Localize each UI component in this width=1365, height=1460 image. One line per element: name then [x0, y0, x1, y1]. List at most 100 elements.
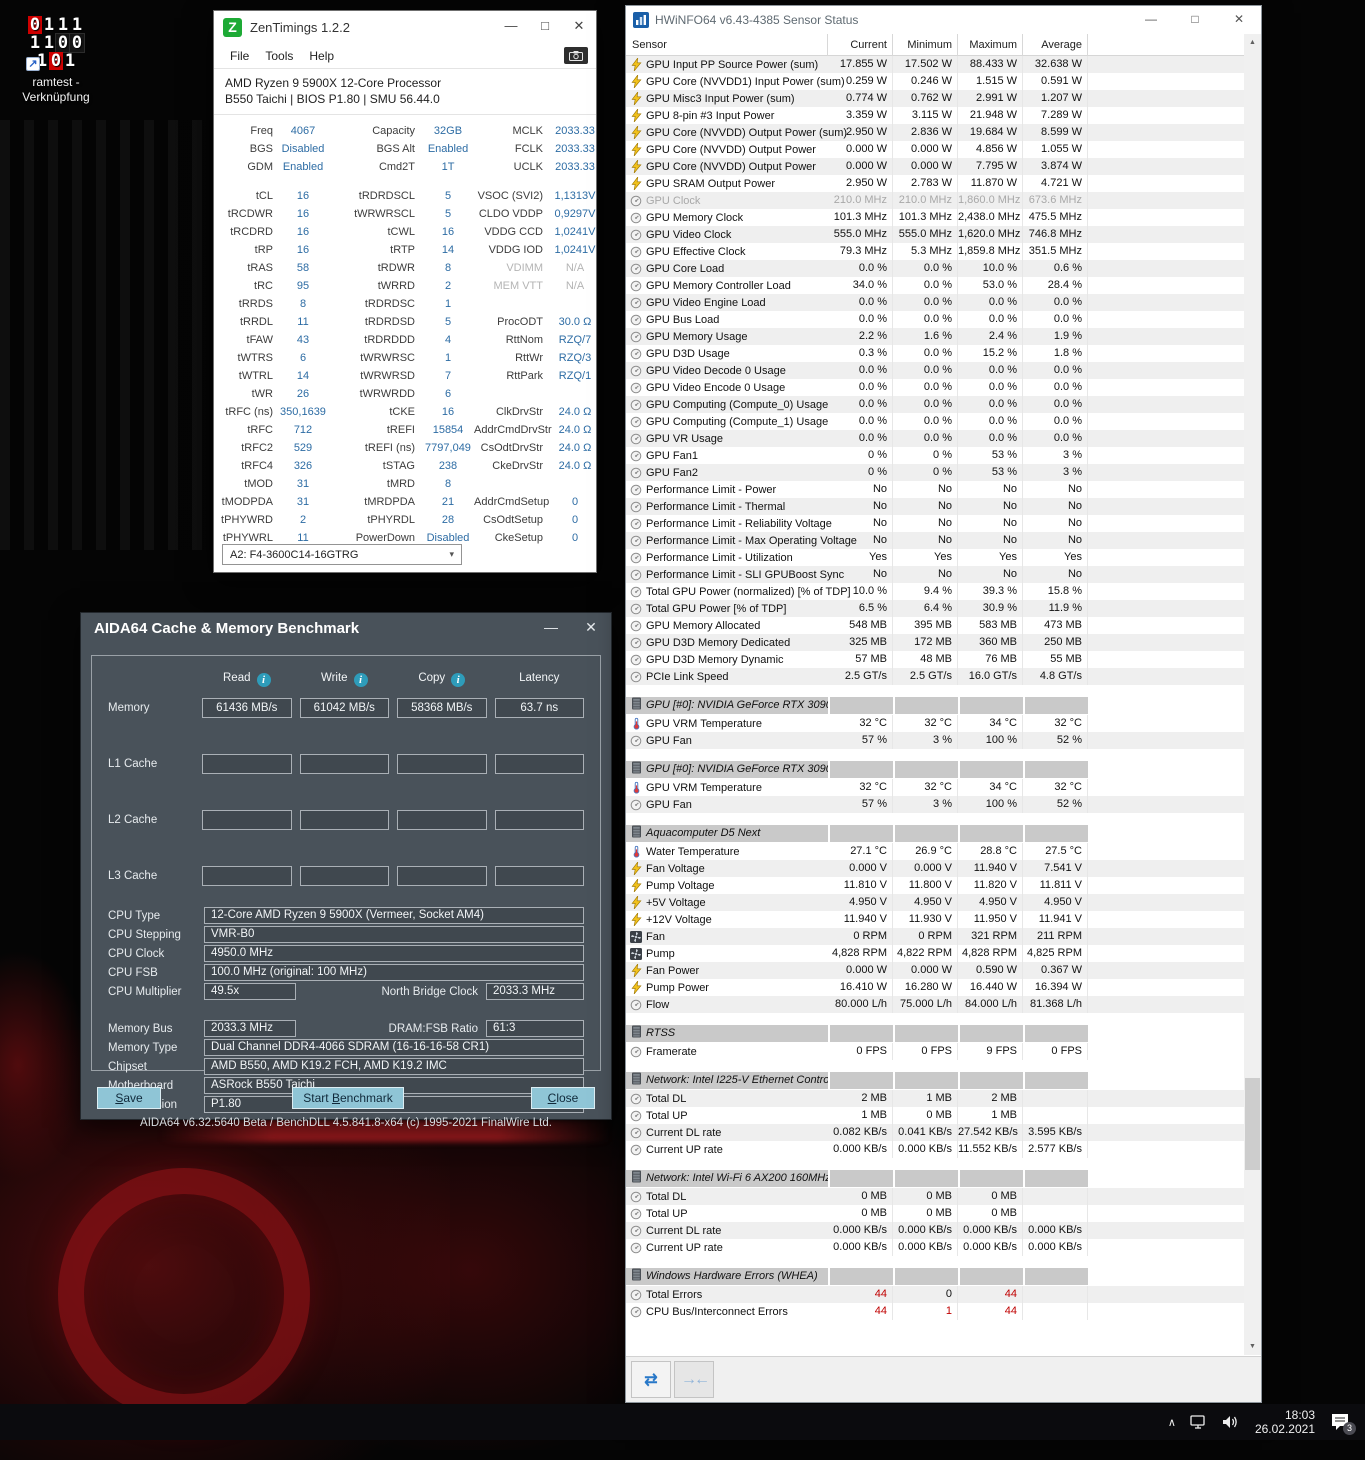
dimm-select-dropdown[interactable]: A2: F4-3600C14-16GTRG ▾ — [222, 544, 462, 565]
sensor-row[interactable]: Pump 4,828 RPM 4,822 RPM 4,828 RPM 4,825 RPM — [626, 945, 1246, 962]
sensor-row[interactable]: Total GPU Power (normalized) [% of TDP] 1… — [626, 583, 1246, 600]
sensor-row[interactable]: Fan Voltage 0.000 V 0.000 V 11.940 V 7.541 V — [626, 860, 1246, 877]
info-icon[interactable]: i — [353, 673, 368, 687]
close-button[interactable]: Close — [531, 1087, 595, 1109]
sensor-section-header[interactable]: GPU [#0]: NVIDIA GeForce RTX 3090: ITE I… — [626, 760, 1246, 779]
sensor-row[interactable]: Current UP rate 0.000 KB/s 0.000 KB/s 0.000… — [626, 1239, 1246, 1256]
sensor-row[interactable]: Total DL 0 MB 0 MB 0 MB — [626, 1188, 1246, 1205]
taskbar-action-center-button[interactable]: 3 — [1330, 1413, 1356, 1435]
sensor-row[interactable]: GPU Computing (Compute_0) Usage 0.0 % 0.0 … — [626, 396, 1246, 413]
sensor-row[interactable]: GPU D3D Memory Dedicated 325 MB 172 MB 360 … — [626, 634, 1246, 651]
taskbar-volume-button[interactable] — [1222, 1414, 1240, 1430]
zentimings-titlebar[interactable]: Z ZenTimings 1.2.2 — □ ✕ — [214, 11, 596, 43]
sensor-row[interactable]: Total GPU Power [% of TDP] 6.5 % 6.4 % 30.9… — [626, 600, 1246, 617]
sensor-row[interactable]: Performance Limit - Max Operating Voltag… — [626, 532, 1246, 549]
scroll-up-icon[interactable]: ▲ — [1244, 34, 1261, 51]
sensor-row[interactable]: CPU Bus/Interconnect Errors 44 1 44 — [626, 1303, 1246, 1320]
sensor-row[interactable]: Pump Power 16.410 W 16.280 W 16.440 W 16.394… — [626, 979, 1246, 996]
sensor-section-header[interactable]: RTSS — [626, 1024, 1246, 1043]
sensor-row[interactable]: Fan Power 0.000 W 0.000 W 0.590 W 0.367 W — [626, 962, 1246, 979]
sensor-row[interactable]: GPU Core (NVVDD) Output Power 0.000 W 0.00… — [626, 141, 1246, 158]
info-icon[interactable]: i — [451, 673, 466, 687]
minimize-button[interactable]: — — [531, 613, 571, 643]
sensor-row[interactable]: GPU Misc3 Input Power (sum) 0.774 W 0.762 … — [626, 90, 1246, 107]
taskbar-show-hidden-icons[interactable]: ∧ — [1168, 1416, 1176, 1429]
minimize-button[interactable]: — — [494, 11, 528, 43]
sensor-row[interactable]: GPU Fan 57 % 3 % 100 % 52 % — [626, 796, 1246, 813]
scrollbar-thumb[interactable] — [1245, 1077, 1260, 1170]
close-button[interactable]: ✕ — [1217, 6, 1261, 34]
sensor-row[interactable]: GPU Core (NVVDD1) Input Power (sum) 0.259… — [626, 73, 1246, 90]
sensor-section-header[interactable]: Network: Intel I225-V Ethernet Controlle… — [626, 1071, 1246, 1090]
sensor-row[interactable]: Water Temperature 27.1 °C 26.9 °C 28.8 °C 27… — [626, 843, 1246, 860]
sensor-row[interactable]: GPU Video Engine Load 0.0 % 0.0 % 0.0 % 0.0 … — [626, 294, 1246, 311]
scroll-down-icon[interactable]: ▼ — [1244, 1338, 1261, 1355]
aida64-titlebar[interactable]: AIDA64 Cache & Memory Benchmark — ✕ — [81, 613, 611, 643]
taskbar-clock[interactable]: 18:03 26.02.2021 — [1255, 1408, 1315, 1436]
sensor-row[interactable]: GPU Bus Load 0.0 % 0.0 % 0.0 % 0.0 % — [626, 311, 1246, 328]
menu-tools[interactable]: Tools — [257, 49, 301, 63]
sensor-row[interactable]: GPU D3D Usage 0.3 % 0.0 % 15.2 % 1.8 % — [626, 345, 1246, 362]
expand-columns-button[interactable]: ⇄ — [631, 1361, 671, 1398]
sensor-row[interactable]: GPU VRM Temperature 32 °C 32 °C 34 °C 32 °C — [626, 715, 1246, 732]
sensor-row[interactable]: GPU Video Clock 555.0 MHz 555.0 MHz 1,620.0… — [626, 226, 1246, 243]
sensor-row[interactable]: GPU Memory Controller Load 34.0 % 0.0 % 53.… — [626, 277, 1246, 294]
menu-help[interactable]: Help — [301, 49, 342, 63]
sensor-row[interactable]: Total UP 0 MB 0 MB 0 MB — [626, 1205, 1246, 1222]
desktop-shortcut-ramtest[interactable]: 0 1 1 1 1 1 0 0 1 0 1 ↗ ramtest - Verknüpfung — [8, 16, 104, 105]
sensor-row[interactable]: GPU Fan 57 % 3 % 100 % 52 % — [626, 732, 1246, 749]
sensor-row[interactable]: Performance Limit - Power No No No No — [626, 481, 1246, 498]
sensor-section-header[interactable]: Windows Hardware Errors (WHEA) — [626, 1267, 1246, 1286]
sensor-section-header[interactable]: Aquacomputer D5 Next — [626, 824, 1246, 843]
sensor-row[interactable]: GPU VRM Temperature 32 °C 32 °C 34 °C 32 °C — [626, 779, 1246, 796]
close-button[interactable]: ✕ — [571, 613, 611, 643]
sensor-row[interactable]: GPU Video Decode 0 Usage 0.0 % 0.0 % 0.0 % 0… — [626, 362, 1246, 379]
close-button[interactable]: ✕ — [562, 11, 596, 43]
column-header-sensor[interactable]: Sensor — [626, 34, 828, 56]
hwinfo-titlebar[interactable]: HWiNFO64 v6.43-4385 Sensor Status — □ ✕ — [626, 6, 1261, 34]
column-header[interactable]: Average — [1023, 34, 1088, 56]
sensor-row[interactable]: GPU Effective Clock 79.3 MHz 5.3 MHz 1,859.… — [626, 243, 1246, 260]
sensor-row[interactable]: GPU Memory Clock 101.3 MHz 101.3 MHz 2,438.… — [626, 209, 1246, 226]
sensor-row[interactable]: Current DL rate 0.082 KB/s 0.041 KB/s 27.54… — [626, 1124, 1246, 1141]
sensor-section-header[interactable]: Network: Intel Wi-Fi 6 AX200 160MHz — [626, 1169, 1246, 1188]
sensor-row[interactable]: Performance Limit - Reliability Voltage N… — [626, 515, 1246, 532]
save-button[interactable]: Save — [97, 1087, 161, 1109]
sensor-row[interactable]: Framerate 0 FPS 0 FPS 9 FPS 0 FPS — [626, 1043, 1246, 1060]
sensor-row[interactable]: Total UP 1 MB 0 MB 1 MB — [626, 1107, 1246, 1124]
sensor-row[interactable]: GPU Computing (Compute_1) Usage 0.0 % 0.0 … — [626, 413, 1246, 430]
sensor-row[interactable]: GPU Fan2 0 % 0 % 53 % 3 % — [626, 464, 1246, 481]
sensor-row[interactable]: Performance Limit - Utilization Yes Yes Yes… — [626, 549, 1246, 566]
maximize-button[interactable]: □ — [1173, 6, 1217, 34]
taskbar-network-button[interactable] — [1190, 1414, 1208, 1430]
sensor-row[interactable]: GPU 8-pin #3 Input Power 3.359 W 3.115 W 21… — [626, 107, 1246, 124]
maximize-button[interactable]: □ — [528, 11, 562, 43]
sensor-row[interactable]: Performance Limit - Thermal No No No No — [626, 498, 1246, 515]
column-header[interactable]: Minimum — [893, 34, 958, 56]
sensor-row[interactable]: Total DL 2 MB 1 MB 2 MB — [626, 1090, 1246, 1107]
screenshot-camera-icon[interactable] — [564, 47, 588, 64]
minimize-button[interactable]: — — [1129, 6, 1173, 34]
sensor-row[interactable]: Pump Voltage 11.810 V 11.800 V 11.820 V 11.8… — [626, 877, 1246, 894]
info-icon[interactable]: i — [256, 673, 271, 687]
sensor-row[interactable]: PCIe Link Speed 2.5 GT/s 2.5 GT/s 16.0 GT/s… — [626, 668, 1246, 685]
sensor-row[interactable]: +12V Voltage 11.940 V 11.930 V 11.950 V 11.9… — [626, 911, 1246, 928]
start-benchmark-button[interactable]: Start Benchmark — [292, 1087, 404, 1109]
sensor-row[interactable]: GPU Memory Allocated 548 MB 395 MB 583 MB 47… — [626, 617, 1246, 634]
sensor-row[interactable]: GPU SRAM Output Power 2.950 W 2.783 W 11.87… — [626, 175, 1246, 192]
sensor-row[interactable]: GPU Core Load 0.0 % 0.0 % 10.0 % 0.6 % — [626, 260, 1246, 277]
sensor-row[interactable]: Total Errors 44 0 44 — [626, 1286, 1246, 1303]
sensor-row[interactable]: GPU Core (NVVDD) Output Power (sum) 2.950… — [626, 124, 1246, 141]
sensor-row[interactable]: +5V Voltage 4.950 V 4.950 V 4.950 V 4.950 V — [626, 894, 1246, 911]
collapse-columns-button[interactable]: →← — [674, 1361, 714, 1398]
sensor-section-header[interactable]: GPU [#0]: NVIDIA GeForce RTX 3090: ITE I… — [626, 696, 1246, 715]
sensor-row[interactable]: GPU Video Encode 0 Usage 0.0 % 0.0 % 0.0 % 0… — [626, 379, 1246, 396]
sensor-row[interactable]: GPU D3D Memory Dynamic 57 MB 48 MB 76 MB 55 … — [626, 651, 1246, 668]
scrollbar[interactable]: ▲ ▼ — [1244, 34, 1261, 1355]
menu-file[interactable]: File — [222, 49, 257, 63]
sensor-row[interactable]: GPU Fan1 0 % 0 % 53 % 3 % — [626, 447, 1246, 464]
sensor-row[interactable]: GPU Clock 210.0 MHz 210.0 MHz 1,860.0 MHz 67… — [626, 192, 1246, 209]
sensor-row[interactable]: GPU Input PP Source Power (sum) 17.855 W1… — [626, 56, 1246, 73]
sensor-row[interactable]: GPU VR Usage 0.0 % 0.0 % 0.0 % 0.0 % — [626, 430, 1246, 447]
sensor-row[interactable]: Performance Limit - SLI GPUBoost Sync No N… — [626, 566, 1246, 583]
